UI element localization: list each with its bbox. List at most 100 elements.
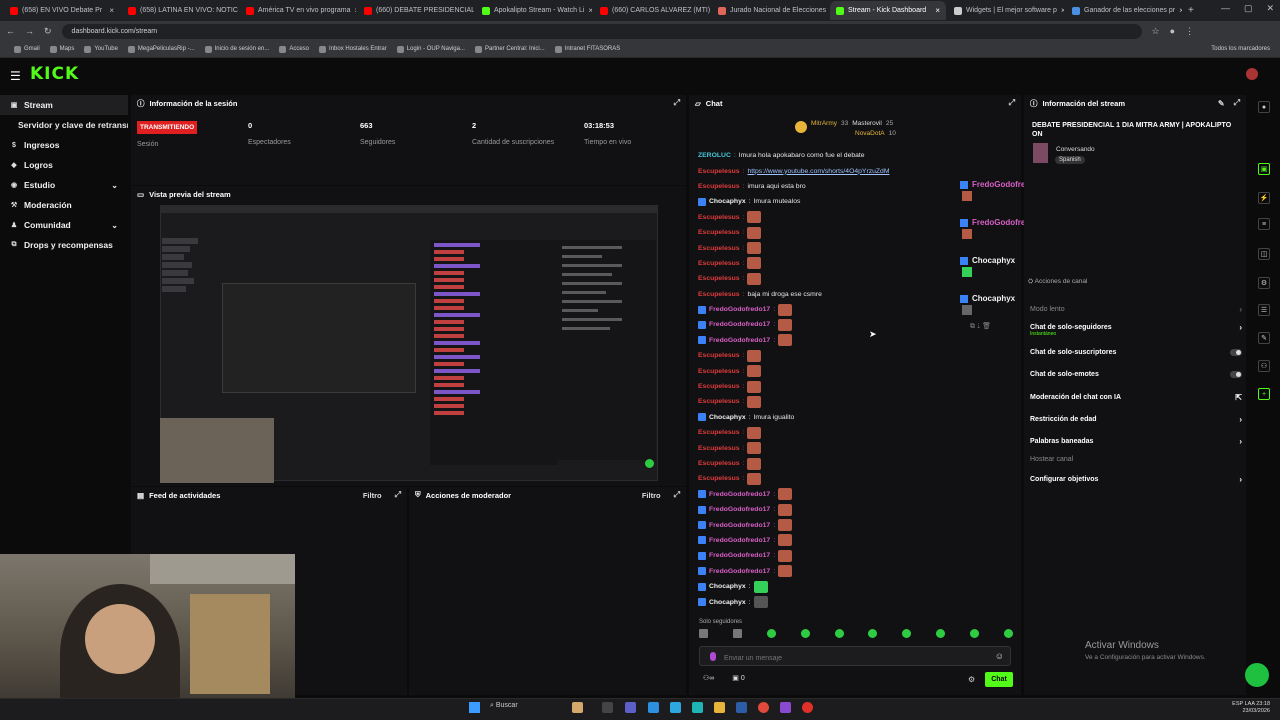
chat-username[interactable]: FredoGodofredo17 — [709, 552, 770, 559]
taskbar-app-icon[interactable] — [572, 702, 583, 713]
user-avatar[interactable] — [1246, 68, 1258, 80]
bookmark-item[interactable]: Inbox Hostales Entrar — [319, 45, 387, 53]
rail-pencil-icon[interactable]: ✎ — [1258, 332, 1270, 344]
taskbar-app-icon[interactable] — [714, 702, 725, 713]
bookmark-item[interactable]: MegaPeliculasRip -... — [127, 45, 195, 53]
sidebar-item[interactable]: ◆ Logros — [0, 155, 128, 175]
chat-username[interactable]: Escupelesus — [698, 245, 740, 252]
tab-close-icon[interactable]: × — [935, 6, 940, 15]
taskbar-app-icon[interactable] — [692, 702, 703, 713]
chat-username[interactable]: Chocaphyx — [709, 198, 746, 205]
rail-list-icon[interactable]: ☰ — [1258, 304, 1270, 316]
chat-message[interactable]: Chocaphyx: Imura igualito — [698, 410, 1018, 425]
chat-username[interactable]: Chocaphyx — [709, 599, 746, 606]
chat-username[interactable]: Escupelesus — [698, 291, 740, 298]
chat-username[interactable]: Escupelesus — [698, 275, 740, 282]
chat-username[interactable]: FredoGodofredo17 — [709, 522, 770, 529]
close-icon[interactable]: ✕ — [1266, 3, 1274, 14]
tab-close-icon[interactable]: × — [1061, 6, 1064, 15]
emote-icon[interactable] — [868, 629, 878, 638]
emote-icon[interactable] — [732, 629, 742, 638]
chat-message[interactable]: Escupelesus: — [698, 425, 1018, 440]
whatsapp-fab[interactable] — [1245, 663, 1269, 687]
emote-icon[interactable] — [970, 629, 979, 638]
chat-username[interactable]: FredoGodofredo17 — [709, 568, 770, 575]
chat-username[interactable]: Escupelesus — [698, 475, 740, 482]
star-icon[interactable]: ☆ — [1152, 26, 1160, 37]
sidebar-item-server-key[interactable]: Servidor y clave de retransm — [0, 115, 128, 135]
chat-username[interactable]: FredoGodofredo17 — [709, 321, 770, 328]
expand-icon[interactable]: ⤢ — [1234, 98, 1240, 108]
chat-message[interactable]: Chocaphyx: — [698, 579, 1018, 594]
chat-username[interactable]: FredoGodofredo17 — [709, 337, 770, 344]
chat-username[interactable]: Escupelesus — [698, 368, 740, 375]
sidebar-item[interactable]: $ Ingresos — [0, 135, 128, 155]
chat-message[interactable]: FredoGodofredo17: — [698, 487, 1018, 502]
forward-icon[interactable]: → — [25, 26, 34, 36]
channel-action-item[interactable]: Hostear canal — [1030, 456, 1242, 463]
expand-icon[interactable]: ⤢ — [395, 490, 401, 500]
rail-dashboard-icon[interactable]: ▣ — [1258, 163, 1270, 175]
chat-username[interactable]: Escupelesus — [698, 168, 740, 175]
chat-username[interactable]: Escupelesus — [698, 383, 740, 390]
chat-message[interactable]: FredoGodofredo17: — [698, 564, 1018, 579]
reload-icon[interactable]: ↻ — [44, 26, 52, 37]
chat-username[interactable]: Escupelesus — [698, 352, 740, 359]
points-icon[interactable]: ▣ 0 — [732, 674, 744, 682]
channel-action-item[interactable]: Chat de solo-suscriptores — [1030, 349, 1242, 356]
emote-icon[interactable] — [699, 629, 708, 638]
chat-send-button[interactable]: Chat — [985, 672, 1013, 687]
chevron-down-icon[interactable]: ⌄ — [111, 181, 118, 190]
sidebar-item-stream[interactable]: ▣ Stream — [0, 95, 128, 115]
chat-message[interactable]: Chocaphyx: — [698, 594, 1018, 609]
bookmark-item[interactable]: Gmail — [14, 45, 40, 53]
tab-close-icon[interactable]: × — [588, 6, 592, 15]
channel-action-item[interactable]: Chat de solo-seguidores Instantáneo › — [1030, 323, 1242, 337]
taskbar-app-icon[interactable] — [736, 702, 747, 713]
sidebar-item[interactable]: ♟ Comunidad ⌄ — [0, 215, 128, 235]
rail-layers-icon[interactable]: ≡ — [1258, 218, 1270, 230]
taskbar-app-icon[interactable] — [625, 702, 636, 713]
browser-tab[interactable]: (660) CARLOS ALVAREZ (MTI)× — [594, 1, 710, 20]
browser-tab[interactable]: Jurado Nacional de Elecciones× — [712, 1, 828, 20]
chat-message[interactable]: Escupelesus: — [698, 440, 1018, 455]
browser-tab[interactable]: Widgets | El mejor software p × — [948, 1, 1064, 20]
chat-message[interactable]: Escupelesus: — [698, 379, 1018, 394]
chat-message[interactable]: FredoGodofredo17: — [698, 517, 1018, 532]
expand-icon[interactable]: ⤢ — [674, 490, 680, 500]
category-thumbnail[interactable] — [1033, 143, 1048, 163]
channel-action-item[interactable]: Chat de solo-emotes — [1030, 371, 1242, 378]
channel-action-item[interactable]: Configurar objetivos › — [1030, 475, 1242, 484]
chat-message-text[interactable]: https://www.youtube.com/shorts/4O4pYrzuZ… — [747, 168, 889, 175]
chat-username[interactable]: Escupelesus — [698, 445, 740, 452]
taskbar-app-icon[interactable] — [802, 702, 813, 713]
chat-message[interactable]: FredoGodofredo17: — [698, 502, 1018, 517]
filter-button[interactable]: Filtro — [363, 491, 382, 500]
chat-message[interactable]: Escupelesus: — [698, 394, 1018, 409]
browser-tab[interactable]: América TV en vivo programa× — [240, 1, 356, 20]
chat-message[interactable]: Escupelesus: — [698, 348, 1018, 363]
chat-input[interactable] — [700, 649, 1010, 668]
chat-message[interactable]: Escupelesus: — [698, 456, 1018, 471]
hamburger-menu-icon[interactable]: ☰ — [10, 69, 21, 83]
windows-start-icon[interactable] — [469, 702, 480, 713]
bookmark-item[interactable]: Partner Central: Inici... — [474, 45, 545, 53]
emote-icon[interactable] — [834, 629, 844, 638]
taskbar-search[interactable]: ⌕ Buscar — [490, 702, 518, 710]
menu-icon[interactable]: ⋮ — [1185, 26, 1194, 37]
users-icon[interactable]: ⚇∞ — [703, 674, 714, 682]
browser-tab[interactable]: (658) LATINA EN VIVO: NOTIC× — [122, 1, 238, 20]
emoji-icon[interactable]: ☺ — [995, 651, 1004, 661]
chat-username[interactable]: FredoGodofredo17 — [709, 306, 770, 313]
chat-message[interactable]: Escupelesus: — [698, 240, 1018, 255]
edit-icon[interactable]: ✎ — [1218, 99, 1225, 108]
expand-icon[interactable]: ⤢ — [1009, 98, 1015, 108]
browser-tab[interactable]: Ganador de las elecciones pr × — [1066, 1, 1182, 20]
taskbar-chrome-icon[interactable] — [758, 702, 769, 713]
chat-username[interactable]: Escupelesus — [698, 260, 740, 267]
emote-icon[interactable] — [1003, 629, 1013, 638]
chat-username[interactable]: Escupelesus — [698, 429, 740, 436]
taskbar-app-icon[interactable] — [648, 702, 659, 713]
bookmark-item[interactable]: Login - OUP Naviga... — [396, 45, 465, 53]
channel-action-item[interactable]: Palabras baneadas › — [1030, 437, 1242, 446]
